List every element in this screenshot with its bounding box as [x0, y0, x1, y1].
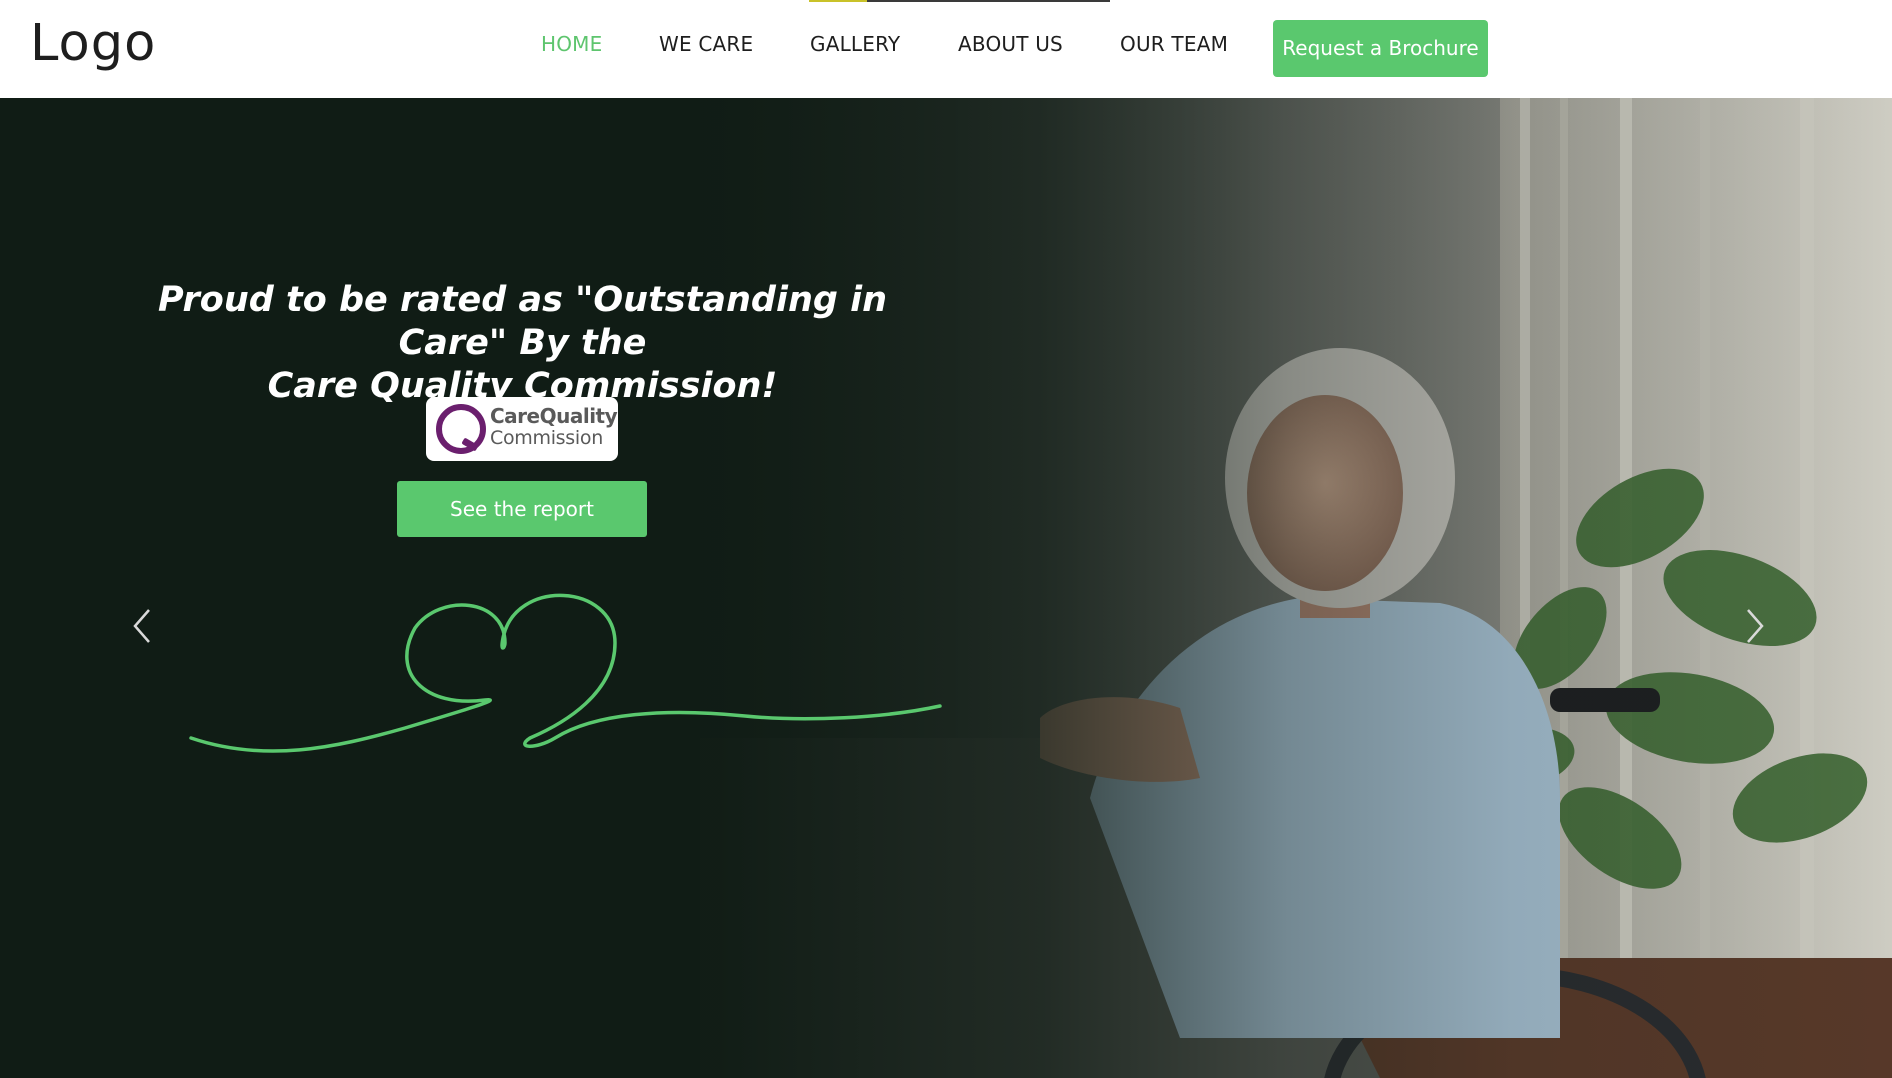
site-header: Logo HOME WE CARE GALLERY ABOUT US OUR T…: [0, 0, 1892, 98]
see-report-button[interactable]: See the report: [397, 481, 647, 537]
request-brochure-button[interactable]: Request a Brochure: [1273, 20, 1488, 77]
logo[interactable]: Logo: [30, 14, 156, 73]
nav-gallery[interactable]: GALLERY: [810, 32, 900, 56]
nav-home[interactable]: HOME: [541, 32, 602, 56]
cqc-q-icon: [436, 404, 486, 454]
nav-about-us[interactable]: ABOUT US: [958, 32, 1063, 56]
chevron-left-icon[interactable]: [127, 604, 157, 648]
cqc-logo-line2: Commission: [490, 427, 603, 449]
cqc-logo-line1: CareQuality: [490, 404, 618, 428]
heart-line-illustration: [189, 593, 942, 753]
nav-we-care[interactable]: WE CARE: [659, 32, 753, 56]
chevron-right-icon[interactable]: [1740, 604, 1770, 648]
hero-headline: Proud to be rated as "Outstanding in Car…: [100, 279, 945, 408]
nav-our-team[interactable]: OUR TEAM: [1120, 32, 1228, 56]
cqc-logo[interactable]: CareQuality Commission: [426, 397, 618, 461]
hero-slider: Proud to be rated as "Outstanding in Car…: [0, 98, 1892, 1078]
headline-line1: Proud to be rated as "Outstanding in Car…: [157, 280, 888, 363]
nav-gallery-indicator: [809, 0, 1110, 2]
